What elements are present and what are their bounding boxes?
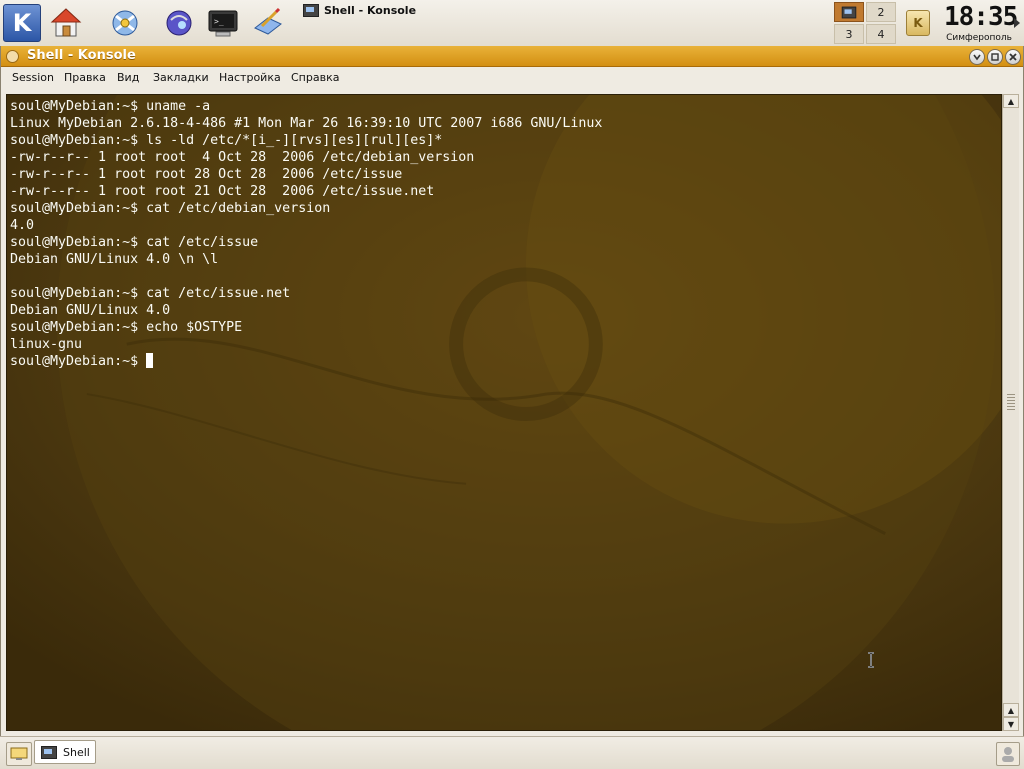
terminal-line: soul@MyDebian:~$ cat /etc/issue bbox=[10, 235, 259, 250]
active-task-label: Shell - Konsole bbox=[324, 4, 417, 17]
menu-session[interactable]: Session bbox=[12, 71, 54, 84]
terminal-line: 4.0 bbox=[10, 218, 35, 233]
window-menu-icon[interactable] bbox=[6, 50, 19, 63]
vertical-scrollbar[interactable]: ▲ ▲ ▼ bbox=[1002, 94, 1019, 731]
ibeam-mouse-cursor-icon bbox=[868, 652, 874, 668]
menu-view[interactable]: Вид bbox=[117, 71, 139, 84]
terminal-line: soul@MyDebian:~$ uname -a bbox=[10, 99, 211, 114]
text-editor-icon[interactable] bbox=[248, 4, 286, 42]
taskbar-item-shell[interactable]: Shell bbox=[34, 740, 96, 764]
taskbar-item-label: Shell bbox=[63, 745, 90, 759]
terminal-line: linux-gnu bbox=[10, 337, 83, 352]
menu-bar: Session Правка Вид Закладки Настройка Сп… bbox=[1, 67, 1023, 88]
klipper-clipboard-icon[interactable]: K bbox=[906, 10, 930, 36]
konsole-icon bbox=[41, 745, 57, 759]
text-cursor bbox=[146, 353, 154, 368]
window-titlebar[interactable]: Shell - Konsole bbox=[1, 46, 1023, 67]
terminal-line: soul@MyDebian:~$ ls -ld /etc/*[i_-][rvs]… bbox=[10, 133, 443, 148]
panel-hide-arrow-icon[interactable] bbox=[1014, 18, 1020, 28]
scroll-down-button[interactable]: ▼ bbox=[1003, 717, 1019, 731]
window-title: Shell - Konsole bbox=[27, 48, 136, 63]
maximize-button[interactable] bbox=[987, 49, 1003, 65]
clock-time: 18:35 bbox=[944, 2, 1018, 32]
clock-city: Симферополь bbox=[946, 33, 1012, 43]
terminal-line: soul@MyDebian:~$ cat /etc/issue.net bbox=[10, 286, 291, 301]
clock[interactable]: 18:35 Симферополь bbox=[944, 2, 1018, 44]
terminal-prompt-line[interactable]: soul@MyDebian:~$ bbox=[10, 353, 602, 370]
terminal-output: soul@MyDebian:~$ uname -a Linux MyDebian … bbox=[10, 98, 602, 370]
show-desktop-button[interactable] bbox=[6, 742, 32, 766]
pager-desktop-2[interactable]: 2 bbox=[866, 2, 896, 22]
terminal-line: Linux MyDebian 2.6.18-4-486 #1 Mon Mar 2… bbox=[10, 116, 603, 131]
kde-menu-icon[interactable]: K bbox=[3, 4, 41, 42]
top-panel: K >_ Shell - Konsole 2 3 4 K 18:35 Симфе… bbox=[0, 0, 1024, 47]
terminal-prompt: soul@MyDebian:~$ bbox=[10, 354, 147, 369]
terminal-icon[interactable]: >_ bbox=[204, 4, 242, 42]
terminal-area[interactable]: soul@MyDebian:~$ uname -a Linux MyDebian … bbox=[6, 94, 1002, 731]
active-task-indicator[interactable]: Shell - Konsole bbox=[303, 4, 416, 17]
menu-help[interactable]: Справка bbox=[291, 71, 339, 84]
pager-desktop-4[interactable]: 4 bbox=[866, 24, 896, 44]
menu-bookmarks[interactable]: Закладки bbox=[153, 71, 209, 84]
terminal-line: -rw-r--r-- 1 root root 28 Oct 28 2006 /e… bbox=[10, 167, 403, 182]
close-button[interactable] bbox=[1005, 49, 1021, 65]
menu-edit[interactable]: Правка bbox=[64, 71, 106, 84]
web-browser-globe-icon[interactable] bbox=[160, 4, 198, 42]
konqueror-browser-icon[interactable] bbox=[106, 4, 144, 42]
konsole-window: Shell - Konsole Session Правка Вид Закла… bbox=[0, 46, 1024, 736]
pager-desktop-3[interactable]: 3 bbox=[834, 24, 864, 44]
desktop-icon bbox=[10, 747, 28, 760]
terminal-line: soul@MyDebian:~$ echo $OSTYPE bbox=[10, 320, 243, 335]
konsole-icon bbox=[841, 6, 857, 18]
svg-text:>_: >_ bbox=[214, 17, 224, 26]
desktop-pager: 2 3 4 bbox=[834, 2, 896, 44]
scroll-up-button[interactable]: ▲ bbox=[1003, 94, 1019, 108]
user-switch-icon[interactable] bbox=[996, 742, 1020, 766]
home-folder-icon[interactable] bbox=[47, 4, 85, 42]
bottom-panel: Shell bbox=[0, 736, 1024, 769]
terminal-line: -rw-r--r-- 1 root root 4 Oct 28 2006 /et… bbox=[10, 150, 475, 165]
pager-desktop-1[interactable] bbox=[834, 2, 864, 22]
scroll-up-bottom-button[interactable]: ▲ bbox=[1003, 703, 1019, 717]
terminal-line: soul@MyDebian:~$ cat /etc/debian_version bbox=[10, 201, 331, 216]
scrollbar-grip-icon[interactable] bbox=[1007, 394, 1015, 412]
menu-settings[interactable]: Настройка bbox=[219, 71, 281, 84]
terminal-line: Debian GNU/Linux 4.0 \n \l bbox=[10, 252, 219, 267]
minimize-button[interactable] bbox=[969, 49, 985, 65]
terminal-line: -rw-r--r-- 1 root root 21 Oct 28 2006 /e… bbox=[10, 184, 435, 199]
konsole-icon bbox=[303, 4, 319, 17]
terminal-line: Debian GNU/Linux 4.0 bbox=[10, 303, 171, 318]
